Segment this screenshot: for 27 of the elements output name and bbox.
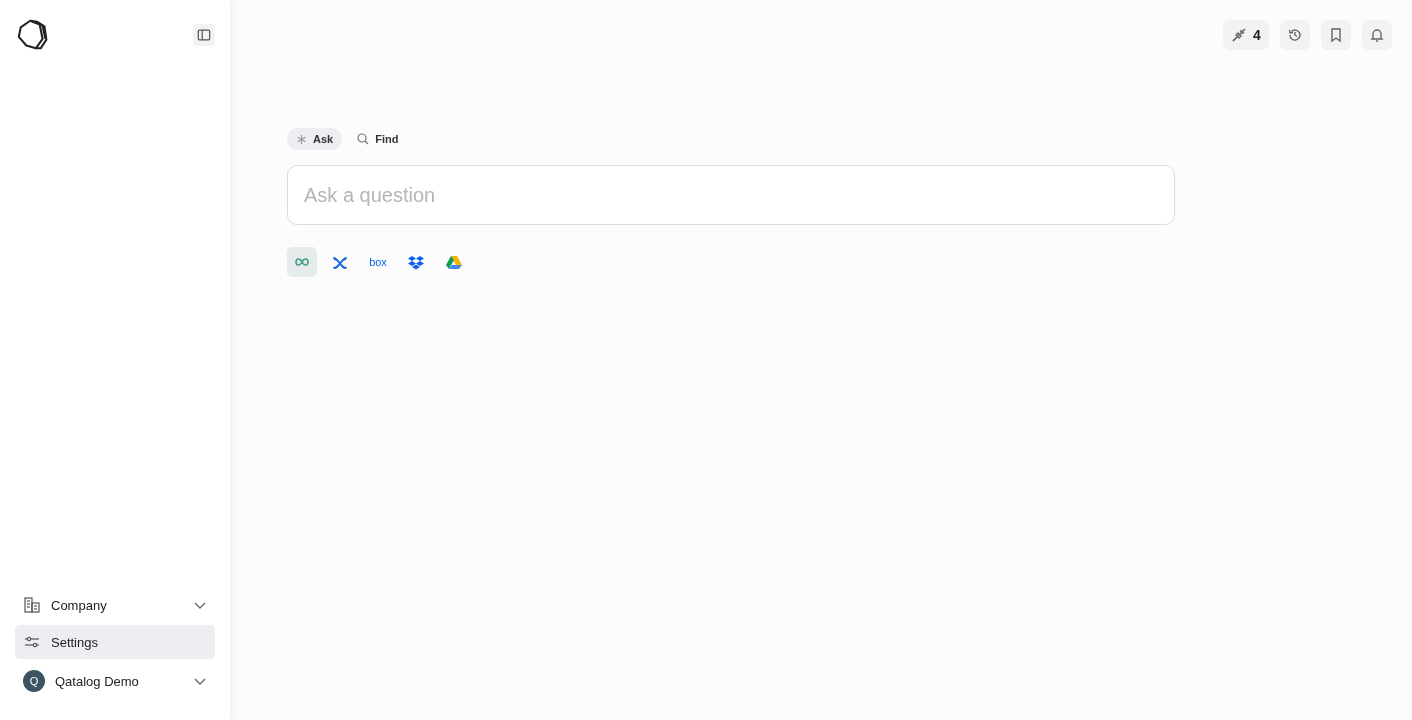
sidebar-toggle-button[interactable]	[193, 24, 215, 46]
bookmark-icon	[1328, 27, 1344, 43]
sidebar-item[interactable]: Company	[15, 588, 215, 622]
drive-icon	[446, 255, 462, 269]
bell-icon	[1369, 27, 1385, 43]
dropbox-icon	[408, 254, 424, 270]
sidebar-item[interactable]: Settings	[15, 625, 215, 659]
history-button[interactable]	[1280, 20, 1310, 50]
avatar: Q	[23, 670, 45, 692]
mode-tab[interactable]: Ask	[287, 128, 343, 150]
source-filter-button[interactable]: box	[363, 247, 393, 277]
infinity-icon	[294, 257, 310, 267]
sidebar-icon	[197, 28, 211, 42]
bookmark-button[interactable]	[1321, 20, 1351, 50]
account-menu[interactable]: Q Qatalog Demo	[15, 664, 215, 698]
crossed-strokes-icon	[332, 254, 348, 270]
history-icon	[1287, 27, 1303, 43]
search-icon	[357, 133, 370, 145]
source-filter-button[interactable]	[287, 247, 317, 277]
integrations-button[interactable]: 4	[1223, 20, 1269, 50]
mode-tab[interactable]: Find	[348, 128, 408, 150]
box-logo: box	[369, 256, 387, 268]
building-icon	[23, 596, 41, 614]
plug-icon	[1231, 27, 1248, 43]
question-input-field[interactable]: Ask a question	[287, 165, 1175, 225]
notifications-button[interactable]	[1362, 20, 1392, 50]
asterisk-icon	[296, 133, 307, 145]
